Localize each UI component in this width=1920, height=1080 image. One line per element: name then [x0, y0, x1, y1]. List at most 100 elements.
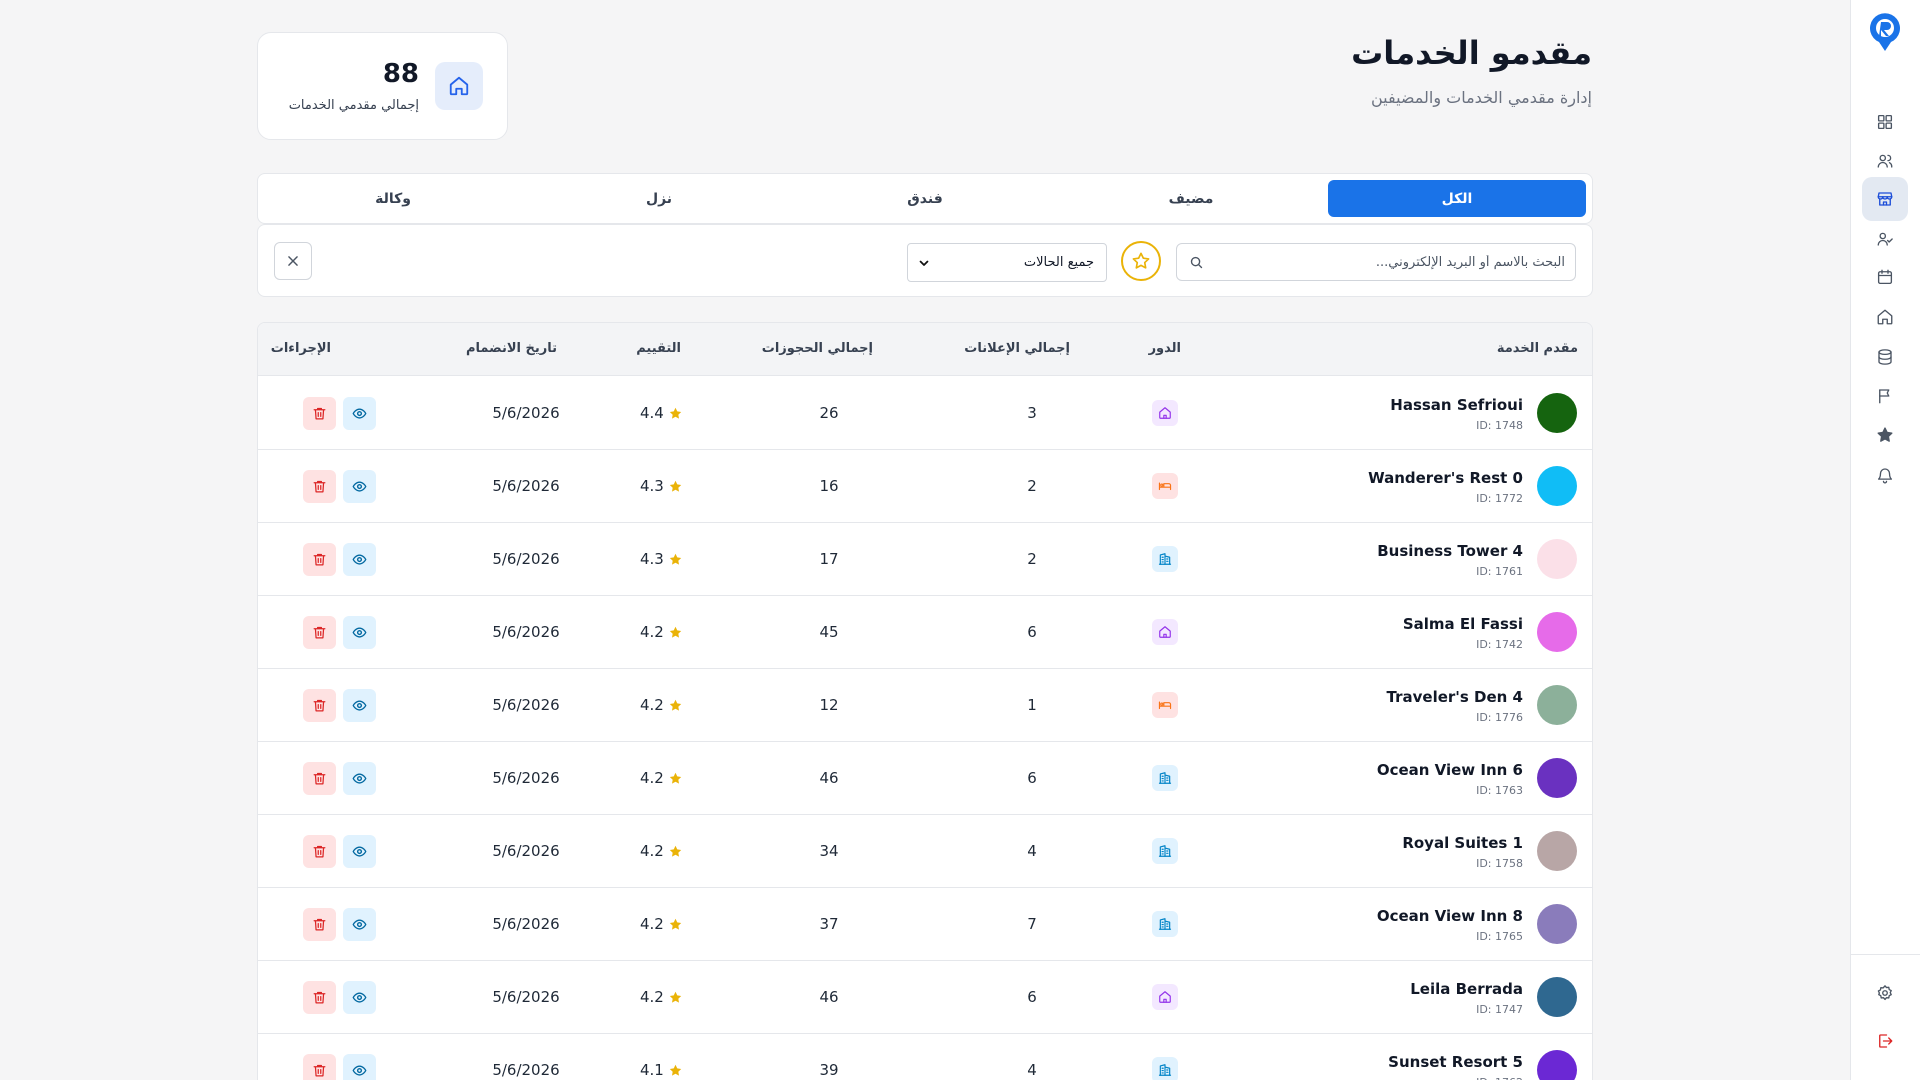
sidebar-item-logout[interactable]: [1862, 1019, 1908, 1063]
sidebar-item-star[interactable]: [1862, 413, 1908, 457]
eye-icon: [352, 554, 367, 565]
tab-agency[interactable]: وكالة: [264, 180, 522, 217]
delete-button[interactable]: [303, 616, 336, 649]
delete-button[interactable]: [303, 470, 336, 503]
avatar[interactable]: [1537, 466, 1577, 506]
building-icon: [1158, 845, 1172, 857]
table-row[interactable]: Leila Berrada ID: 1747 6 46 4.2 5/6/2026: [258, 961, 1592, 1034]
table-row[interactable]: Wanderer's Rest 0 ID: 1772 2 16 4.3 5/6/2026: [258, 450, 1592, 523]
provider-name[interactable]: Ocean View Inn 8: [1377, 907, 1523, 925]
avatar[interactable]: [1537, 904, 1577, 944]
rating-star-icon: [669, 991, 682, 1003]
provider-name[interactable]: Wanderer's Rest 0: [1368, 469, 1523, 487]
avatar[interactable]: [1537, 1050, 1577, 1080]
table-row[interactable]: Ocean View Inn 6 ID: 1763 6 46 4.2 5/6/2026: [258, 742, 1592, 815]
col-provider[interactable]: مقدم الخدمة: [1497, 341, 1578, 356]
delete-button[interactable]: [303, 397, 336, 430]
provider-name[interactable]: Ocean View Inn 6: [1377, 761, 1523, 779]
bed-icon: [1158, 701, 1172, 710]
tab-host[interactable]: مضيف: [1062, 180, 1320, 217]
building-icon: [1158, 918, 1172, 930]
sidebar-item-database[interactable]: [1862, 335, 1908, 379]
provider-id: ID: 1742: [1476, 638, 1523, 651]
provider-name[interactable]: Traveler's Den 4: [1387, 688, 1523, 706]
view-button[interactable]: [343, 981, 376, 1014]
filters-bar: جميع الحالات: [257, 224, 1593, 297]
sidebar-item-settings[interactable]: [1862, 971, 1908, 1015]
role-tabs: الكل مضيف فندق نزل وكالة: [257, 173, 1593, 224]
delete-button[interactable]: [303, 908, 336, 941]
rating: 4.2: [640, 623, 690, 641]
sidebar-item-home[interactable]: [1862, 295, 1908, 339]
provider-name[interactable]: Royal Suites 1: [1402, 834, 1523, 852]
building-icon: [1158, 1064, 1172, 1076]
avatar[interactable]: [1537, 977, 1577, 1017]
col-joined[interactable]: تاريخ الانضمام: [466, 341, 557, 356]
tab-riad[interactable]: نزل: [530, 180, 788, 217]
delete-button[interactable]: [303, 835, 336, 868]
search-input[interactable]: [1211, 244, 1571, 280]
view-button[interactable]: [343, 1054, 376, 1080]
avatar[interactable]: [1537, 612, 1577, 652]
tab-hotel[interactable]: فندق: [796, 180, 1054, 217]
provider-name[interactable]: Sunset Resort 5: [1388, 1053, 1523, 1071]
table-row[interactable]: Hassan Sefrioui ID: 1748 3 26 4.4 5/6/2026: [258, 377, 1592, 450]
view-button[interactable]: [343, 835, 376, 868]
store-icon: [1877, 192, 1893, 206]
building-icon: [1158, 553, 1172, 565]
table-row[interactable]: Royal Suites 1 ID: 1758 4 34 4.2 5/6/2026: [258, 815, 1592, 888]
view-button[interactable]: [343, 908, 376, 941]
table-row[interactable]: Business Tower 4 ID: 1761 2 17 4.3 5/6/2026: [258, 523, 1592, 596]
avatar[interactable]: [1537, 831, 1577, 871]
delete-button[interactable]: [303, 689, 336, 722]
joined-date: 5/6/2026: [492, 988, 560, 1006]
featured-filter-button[interactable]: [1121, 241, 1161, 281]
avatar[interactable]: [1537, 685, 1577, 725]
provider-name[interactable]: Business Tower 4: [1377, 542, 1523, 560]
delete-button[interactable]: [303, 981, 336, 1014]
view-button[interactable]: [343, 543, 376, 576]
col-bookings[interactable]: إجمالي الحجوزات: [762, 341, 873, 356]
status-select[interactable]: جميع الحالات: [907, 243, 1107, 282]
bookings-count: 39: [819, 1061, 839, 1079]
view-button[interactable]: [343, 689, 376, 722]
table-row[interactable]: Traveler's Den 4 ID: 1776 1 12 4.2 5/6/2026: [258, 669, 1592, 742]
listings-count: 6: [1027, 623, 1037, 641]
provider-id: ID: 1747: [1476, 1003, 1523, 1016]
col-listings[interactable]: إجمالي الإعلانات: [964, 341, 1070, 356]
view-button[interactable]: [343, 397, 376, 430]
provider-name[interactable]: Hassan Sefrioui: [1390, 396, 1523, 414]
avatar[interactable]: [1537, 758, 1577, 798]
rating: 4.2: [640, 988, 690, 1006]
clear-filters-button[interactable]: [274, 242, 312, 280]
sidebar-item-dashboard[interactable]: [1862, 100, 1908, 144]
table-row[interactable]: Sunset Resort 5 ID: 1762 4 39 4.1 5/6/2026: [258, 1034, 1592, 1080]
view-button[interactable]: [343, 470, 376, 503]
delete-button[interactable]: [303, 1054, 336, 1080]
role-badge: [1152, 984, 1178, 1010]
provider-name[interactable]: Salma El Fassi: [1403, 615, 1523, 633]
rating-value: 4.2: [640, 915, 664, 933]
avatar[interactable]: [1537, 393, 1577, 433]
app-logo[interactable]: [1868, 11, 1902, 53]
col-role[interactable]: الدور: [1149, 341, 1181, 356]
sidebar-item-bell[interactable]: [1862, 453, 1908, 497]
rating-value: 4.2: [640, 842, 664, 860]
col-rating[interactable]: التقييم: [636, 341, 681, 356]
view-button[interactable]: [343, 616, 376, 649]
role-badge: [1152, 473, 1178, 499]
tab-all[interactable]: الكل: [1328, 180, 1586, 217]
delete-button[interactable]: [303, 543, 336, 576]
delete-button[interactable]: [303, 762, 336, 795]
sidebar-item-calendar[interactable]: [1862, 255, 1908, 299]
table-row[interactable]: Ocean View Inn 8 ID: 1765 7 37 4.2 5/6/2026: [258, 888, 1592, 961]
rating-star-icon: [669, 918, 682, 930]
listings-count: 2: [1027, 550, 1037, 568]
sidebar: [1850, 0, 1920, 1080]
sidebar-item-store[interactable]: [1862, 177, 1908, 221]
view-button[interactable]: [343, 762, 376, 795]
avatar[interactable]: [1537, 539, 1577, 579]
table-row[interactable]: Salma El Fassi ID: 1742 6 45 4.2 5/6/2026: [258, 596, 1592, 669]
provider-name[interactable]: Leila Berrada: [1410, 980, 1523, 998]
sidebar-item-flag[interactable]: [1862, 374, 1908, 418]
